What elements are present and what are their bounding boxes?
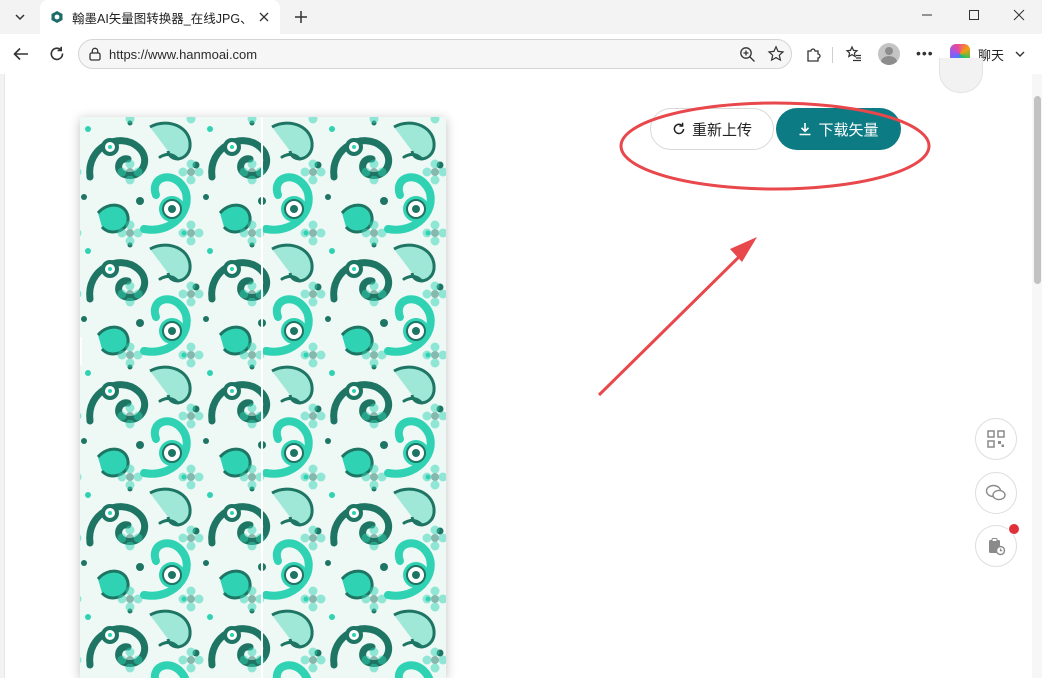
toolbar-divider xyxy=(832,47,833,63)
reupload-label: 重新上传 xyxy=(692,119,752,140)
tab-strip: 翰墨AI矢量图转换器_在线JPG、PNG xyxy=(0,0,1042,34)
wechat-button[interactable] xyxy=(975,472,1017,514)
chevron-down-icon[interactable] xyxy=(1014,48,1026,60)
favorites-button[interactable] xyxy=(840,40,868,68)
clipboard-clock-icon xyxy=(986,536,1006,556)
plus-icon xyxy=(293,9,309,25)
close-icon xyxy=(1013,9,1025,21)
download-vector-button[interactable]: 下载矢量 xyxy=(776,108,901,150)
favorite-star-icon[interactable] xyxy=(767,45,785,63)
refresh-button[interactable] xyxy=(43,40,71,68)
close-window-button[interactable] xyxy=(996,0,1042,30)
notification-dot xyxy=(1008,523,1020,535)
wechat-icon xyxy=(985,483,1007,503)
arrow-left-icon xyxy=(12,45,30,63)
new-tab-button[interactable] xyxy=(288,5,314,29)
back-button[interactable] xyxy=(7,40,35,68)
qrcode-icon xyxy=(986,429,1006,449)
compare-divider[interactable] xyxy=(261,117,263,678)
zoom-icon[interactable] xyxy=(739,46,756,63)
refresh-icon xyxy=(48,45,66,63)
download-icon xyxy=(798,122,812,136)
scrollbar-thumb[interactable] xyxy=(1034,96,1041,284)
url-text: https://www.hanmoai.com xyxy=(109,47,257,62)
reupload-button[interactable]: 重新上传 xyxy=(650,108,774,150)
site-favicon-icon xyxy=(50,10,64,24)
tab-list-button[interactable] xyxy=(6,5,34,29)
qrcode-button[interactable] xyxy=(975,418,1017,460)
minimize-button[interactable] xyxy=(904,0,950,30)
browser-toolbar: https://www.hanmoai.com ••• 聊天 xyxy=(0,34,1042,74)
refresh-icon xyxy=(672,122,686,136)
chevron-down-icon xyxy=(13,10,27,24)
tab-title: 翰墨AI矢量图转换器_在线JPG、PNG xyxy=(72,8,252,27)
more-menu-icon[interactable]: ••• xyxy=(916,45,934,61)
minimize-icon xyxy=(921,9,933,21)
close-dialog-button[interactable] xyxy=(939,58,983,93)
page-scrollbar[interactable] xyxy=(1032,74,1042,678)
favorites-list-icon xyxy=(845,45,863,63)
address-bar[interactable]: https://www.hanmoai.com xyxy=(78,39,792,69)
tab-close-icon[interactable] xyxy=(256,9,272,25)
compare-handle[interactable] xyxy=(80,337,82,365)
vector-preview-image xyxy=(80,117,446,678)
browser-tab[interactable]: 翰墨AI矢量图转换器_在线JPG、PNG xyxy=(40,0,280,34)
maximize-icon xyxy=(968,9,980,21)
download-label: 下载矢量 xyxy=(818,119,878,140)
page-content: 重新上传 下载矢量 xyxy=(4,74,1042,678)
extensions-button[interactable] xyxy=(800,40,828,68)
lock-icon xyxy=(87,46,103,62)
puzzle-icon xyxy=(805,45,823,63)
profile-avatar[interactable] xyxy=(878,43,900,65)
maximize-button[interactable] xyxy=(951,0,997,30)
